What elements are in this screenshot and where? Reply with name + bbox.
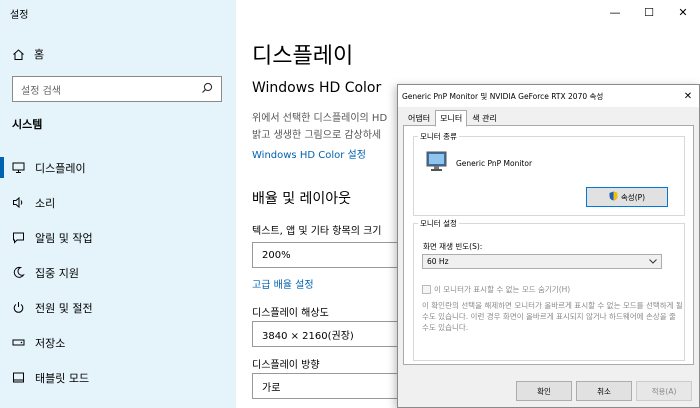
sidebar-item-storage[interactable]: 저장소 bbox=[0, 325, 236, 360]
orientation-value: 가로 bbox=[262, 382, 281, 394]
window-title: 설정 bbox=[10, 10, 29, 21]
scale-layout-heading: 배율 및 레이아웃 bbox=[252, 191, 352, 207]
search-icon bbox=[201, 82, 213, 97]
scale-dropdown[interactable]: 200% bbox=[252, 242, 402, 268]
monitor-properties-dialog: Generic PnP Monitor 및 NVIDIA GeForce RTX… bbox=[397, 84, 700, 408]
advanced-scale-link[interactable]: 고급 배율 설정 bbox=[252, 276, 314, 291]
hd-color-heading: Windows HD Color bbox=[252, 80, 382, 96]
home-label: 홈 bbox=[34, 48, 45, 61]
ok-button-label: 확인 bbox=[537, 386, 551, 396]
apply-button-label: 적용(A) bbox=[651, 386, 677, 396]
hide-modes-note: 이 확인란의 선택을 해제하면 모니터가 올바르게 표시할 수 없는 모드를 선… bbox=[422, 301, 683, 332]
refresh-rate-label: 화면 재생 빈도(S): bbox=[423, 242, 483, 251]
moon-icon bbox=[12, 266, 25, 279]
refresh-rate-value: 60 Hz bbox=[427, 257, 449, 266]
window-controls: — ☐ ✕ bbox=[598, 0, 700, 24]
resolution-dropdown[interactable]: 3840 × 2160(권장) bbox=[252, 321, 402, 347]
sidebar-item-label: 디스플레이 bbox=[35, 161, 86, 175]
sidebar-item-tablet-mode[interactable]: 태블릿 모드 bbox=[0, 360, 236, 395]
tablet-icon bbox=[12, 371, 25, 384]
close-icon[interactable]: ✕ bbox=[666, 0, 700, 24]
properties-button-label: 속성(P) bbox=[620, 192, 646, 202]
sidebar-item-focus-assist[interactable]: 집중 지원 bbox=[0, 255, 236, 290]
scale-label: 텍스트, 앱 및 기타 항목의 크기 bbox=[252, 226, 382, 237]
sidebar-item-display[interactable]: 디스플레이 bbox=[0, 150, 236, 185]
sidebar-item-label: 전원 및 절전 bbox=[35, 301, 93, 315]
hd-color-desc-line: 밝고 생생한 그림으로 감상하세 bbox=[252, 130, 382, 141]
page-title: 디스플레이 bbox=[252, 44, 354, 69]
ok-button[interactable]: 확인 bbox=[516, 381, 572, 401]
orientation-label: 디스플레이 방향 bbox=[252, 360, 320, 371]
dialog-title: Generic PnP Monitor 및 NVIDIA GeForce RTX… bbox=[402, 91, 604, 101]
hd-color-settings-link[interactable]: Windows HD Color 설정 bbox=[252, 146, 366, 161]
sidebar-item-label: 저장소 bbox=[35, 336, 66, 350]
monitor-icon bbox=[12, 161, 25, 174]
apply-button[interactable]: 적용(A) bbox=[636, 381, 692, 401]
monitor-tab-panel: 모니터 종류 Generic PnP Monitor 속성(P) 모니터 설정 … bbox=[403, 125, 694, 365]
hide-modes-checkbox[interactable]: 이 모니터가 표시할 수 없는 모드 숨기기(H) bbox=[422, 284, 570, 295]
hd-color-desc-line: 위에서 선택한 디스플레이의 HD bbox=[252, 113, 388, 124]
resolution-label: 디스플레이 해상도 bbox=[252, 308, 329, 319]
search-placeholder: 설정 검색 bbox=[21, 85, 61, 97]
group-title: 모니터 종류 bbox=[418, 131, 459, 142]
system-nav-list: 디스플레이 소리 알림 및 작업 집중 지원 전원 및 절전 저장소 태블릿 모… bbox=[0, 150, 236, 395]
properties-button[interactable]: 속성(P) bbox=[586, 187, 668, 207]
resolution-value: 3840 × 2160(권장) bbox=[262, 330, 354, 342]
sidebar-item-label: 소리 bbox=[35, 196, 56, 210]
maximize-icon[interactable]: ☐ bbox=[632, 0, 666, 24]
storage-icon bbox=[12, 336, 25, 349]
sidebar-item-label: 집중 지원 bbox=[35, 266, 79, 280]
cancel-button[interactable]: 취소 bbox=[576, 381, 632, 401]
dialog-titlebar: Generic PnP Monitor 및 NVIDIA GeForce RTX… bbox=[398, 85, 699, 107]
notification-icon bbox=[12, 231, 25, 244]
monitor-type-group: 모니터 종류 Generic PnP Monitor 속성(P) bbox=[413, 131, 685, 216]
settings-sidebar: 설정 홈 설정 검색 시스템 디스플레이 소리 알림 및 작업 집중 지원 전원… bbox=[0, 0, 236, 408]
speaker-icon bbox=[12, 196, 25, 209]
refresh-rate-dropdown[interactable]: 60 Hz bbox=[422, 254, 662, 269]
monitor-icon bbox=[426, 151, 448, 177]
scale-value: 200% bbox=[262, 249, 291, 261]
hd-color-description: 위에서 선택한 디스플레이의 HD 밝고 생생한 그림으로 감상하세 bbox=[252, 110, 402, 144]
sidebar-item-power[interactable]: 전원 및 절전 bbox=[0, 290, 236, 325]
sidebar-item-notifications[interactable]: 알림 및 작업 bbox=[0, 220, 236, 255]
tab-monitor[interactable]: 모니터 bbox=[435, 110, 468, 127]
power-icon bbox=[12, 301, 25, 314]
home-nav-item[interactable]: 홈 bbox=[12, 46, 44, 62]
group-title: 모니터 설정 bbox=[418, 218, 459, 229]
section-title: 시스템 bbox=[12, 118, 43, 131]
home-icon bbox=[12, 48, 25, 61]
checkbox-box[interactable] bbox=[422, 285, 431, 294]
monitor-name: Generic PnP Monitor bbox=[456, 159, 533, 168]
close-icon[interactable]: ✕ bbox=[677, 91, 699, 102]
hide-modes-label: 이 모니터가 표시할 수 없는 모드 숨기기(H) bbox=[434, 285, 571, 294]
sidebar-item-label: 알림 및 작업 bbox=[35, 231, 93, 245]
orientation-dropdown[interactable]: 가로 bbox=[252, 373, 402, 399]
shield-icon bbox=[609, 191, 618, 203]
sidebar-item-sound[interactable]: 소리 bbox=[0, 185, 236, 220]
minimize-icon[interactable]: — bbox=[598, 0, 632, 24]
chevron-down-icon bbox=[649, 257, 657, 266]
sidebar-item-label: 태블릿 모드 bbox=[35, 371, 90, 385]
settings-search-input[interactable]: 설정 검색 bbox=[12, 76, 222, 102]
monitor-settings-group: 모니터 설정 화면 재생 빈도(S): 60 Hz 이 모니터가 표시할 수 없… bbox=[413, 218, 685, 361]
cancel-button-label: 취소 bbox=[597, 386, 611, 396]
